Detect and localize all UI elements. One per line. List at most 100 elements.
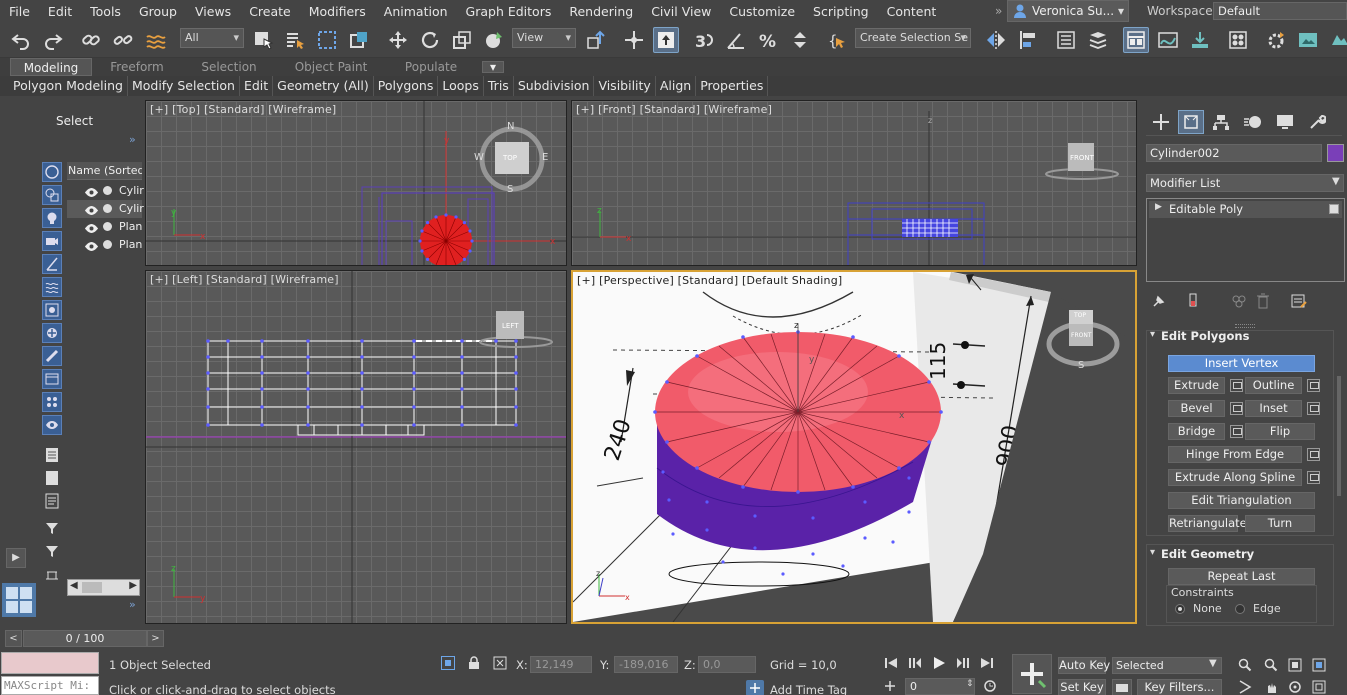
menu-rendering[interactable]: Rendering — [560, 4, 642, 19]
inset-settings-icon[interactable] — [1307, 402, 1320, 415]
rendered-frame-window-icon[interactable] — [1295, 27, 1321, 53]
tab-freeform[interactable]: Freeform — [96, 58, 178, 76]
redo-icon[interactable] — [40, 27, 66, 53]
menu-civil-view[interactable]: Civil View — [642, 4, 720, 19]
display-frozen-icon[interactable] — [42, 415, 62, 435]
create-tab-plus-icon[interactable] — [1148, 110, 1174, 134]
workspaces-dropdown[interactable]: Default — [1213, 2, 1347, 20]
zoom-extents-icon[interactable] — [1286, 656, 1304, 674]
outline-settings-icon[interactable] — [1307, 379, 1320, 392]
maxscript-input[interactable]: MAXScript Mi: — [1, 676, 99, 695]
bevel-button[interactable]: Bevel — [1168, 400, 1225, 417]
maximize-viewport-icon[interactable] — [1310, 678, 1328, 695]
retriangulate-button[interactable]: Retriangulate — [1168, 515, 1247, 532]
viewport-left-label[interactable]: [+] [Left] [Standard] [Wireframe] — [150, 273, 339, 286]
spinner-snap-icon[interactable] — [787, 27, 813, 53]
schematic-view-icon[interactable] — [1187, 27, 1213, 53]
hierarchy-tab-icon[interactable] — [1208, 110, 1234, 134]
rollout-title[interactable]: Edit Polygons — [1161, 329, 1249, 343]
turn-button[interactable]: Turn — [1245, 515, 1315, 532]
display-space-warps-icon[interactable] — [42, 277, 62, 297]
add-time-tag-icon[interactable] — [746, 680, 764, 695]
menu-views[interactable]: Views — [186, 4, 240, 19]
display-containers-icon[interactable] — [42, 369, 62, 389]
menu-overflow-icon[interactable]: » — [995, 4, 1002, 18]
display-tab-icon[interactable] — [1272, 110, 1298, 134]
user-account-dropdown[interactable]: Veronica Su... ▾ — [1007, 0, 1129, 22]
select-by-name-icon[interactable] — [282, 27, 308, 53]
tab-populate[interactable]: Populate — [390, 58, 472, 76]
material-editor-icon[interactable] — [1225, 27, 1251, 53]
explorer-expand-bottom-icon[interactable]: » — [129, 598, 136, 611]
explorer-horizontal-scrollbar[interactable]: ◀ ▶ — [67, 579, 140, 596]
viewport-front-label[interactable]: [+] [Front] [Standard] [Wireframe] — [576, 103, 772, 116]
display-particles-icon[interactable] — [42, 392, 62, 412]
extrude-along-spline-button[interactable]: Extrude Along Spline — [1168, 469, 1302, 486]
go-to-end-icon[interactable] — [978, 655, 996, 671]
viewcube-front[interactable]: FRONT — [1042, 141, 1122, 181]
viewcube-compass[interactable]: N W E S TOP — [474, 121, 548, 195]
display-shapes-icon[interactable] — [42, 185, 62, 205]
menu-create[interactable]: Create — [240, 4, 300, 19]
ribbon-align[interactable]: Align — [656, 76, 697, 96]
explorer-name-column-header[interactable]: Name (Sorted A — [67, 162, 142, 180]
filter-options-icon[interactable] — [42, 564, 62, 584]
list-item[interactable]: Plan — [67, 236, 142, 254]
select-manipulate-icon[interactable] — [621, 27, 647, 53]
edit-named-selection-icon[interactable]: { — [825, 27, 851, 53]
menu-scripting[interactable]: Scripting — [804, 4, 878, 19]
align-icon[interactable] — [1015, 27, 1041, 53]
freeze-dot-icon[interactable] — [103, 204, 112, 213]
configure-modifier-sets-icon[interactable] — [1290, 292, 1308, 310]
make-unique-icon[interactable] — [1230, 292, 1248, 310]
inset-button[interactable]: Inset — [1245, 400, 1302, 417]
unlink-icon[interactable] — [110, 27, 136, 53]
menu-group[interactable]: Group — [130, 4, 186, 19]
viewport-perspective-label[interactable]: [+] [Perspective] [Standard] [Default Sh… — [577, 274, 842, 287]
toggle-ribbon-icon[interactable] — [1123, 27, 1149, 53]
time-configuration-icon[interactable] — [982, 678, 998, 694]
orbit-icon[interactable] — [1286, 678, 1304, 695]
page-view-icon[interactable] — [42, 468, 62, 488]
freeze-dot-icon[interactable] — [103, 186, 112, 195]
maxscript-listener-output[interactable] — [1, 652, 99, 674]
ribbon-options-dropdown[interactable]: ▾ — [482, 61, 504, 73]
utilities-tab-icon[interactable] — [1304, 110, 1330, 134]
bevel-settings-icon[interactable] — [1230, 402, 1243, 415]
keyboard-shortcut-override-icon[interactable] — [653, 27, 679, 53]
scroll-right-icon[interactable]: ▶ — [129, 580, 137, 591]
go-to-start-icon[interactable] — [882, 655, 900, 671]
repeat-last-button[interactable]: Repeat Last — [1168, 568, 1315, 585]
key-mode-dropdown[interactable]: Selected — [1112, 657, 1222, 674]
z-coordinate-field[interactable]: 0,0 — [698, 656, 756, 673]
display-lights-icon[interactable] — [42, 208, 62, 228]
ribbon-tris[interactable]: Tris — [484, 76, 514, 96]
move-icon[interactable] — [385, 27, 411, 53]
ribbon-loops[interactable]: Loops — [438, 76, 484, 96]
scroll-thumb[interactable] — [82, 582, 102, 593]
curve-editor-icon[interactable] — [1155, 27, 1181, 53]
flip-button[interactable]: Flip — [1245, 423, 1315, 440]
link-icon[interactable] — [78, 27, 104, 53]
time-slider[interactable]: 0 / 100 — [23, 630, 147, 647]
list-item[interactable]: Plan — [67, 218, 142, 236]
collapse-icon[interactable]: ▾ — [1150, 547, 1155, 558]
tab-modeling[interactable]: Modeling — [10, 58, 92, 76]
ribbon-geometry-all[interactable]: Geometry (All) — [273, 76, 374, 96]
layer-explorer-icon[interactable] — [1085, 27, 1111, 53]
create-selection-set-dropdown[interactable]: Create Selection Se — [855, 28, 971, 48]
object-name-field[interactable]: Cylinder002 — [1146, 144, 1322, 162]
ribbon-polygon-modeling[interactable]: Polygon Modeling — [9, 76, 128, 96]
scene-explorer-toggle-icon[interactable] — [1053, 27, 1079, 53]
scroll-left-icon[interactable]: ◀ — [70, 580, 78, 591]
viewport-front[interactable]: z zx [+] [Front] [Standard] [Wireframe] … — [571, 100, 1137, 266]
menu-file[interactable]: File — [0, 4, 39, 19]
filter-funnel-icon[interactable] — [42, 518, 62, 538]
ribbon-properties[interactable]: Properties — [696, 76, 769, 96]
stack-item-editable-poly[interactable]: ▶ Editable Poly — [1149, 201, 1342, 218]
window-crossing-icon[interactable] — [346, 27, 372, 53]
x-coordinate-field[interactable]: 12,149 — [530, 656, 592, 673]
filter-selected-icon[interactable] — [42, 541, 62, 561]
display-xrefs-icon[interactable] — [42, 323, 62, 343]
list-view-icon[interactable] — [42, 445, 62, 465]
